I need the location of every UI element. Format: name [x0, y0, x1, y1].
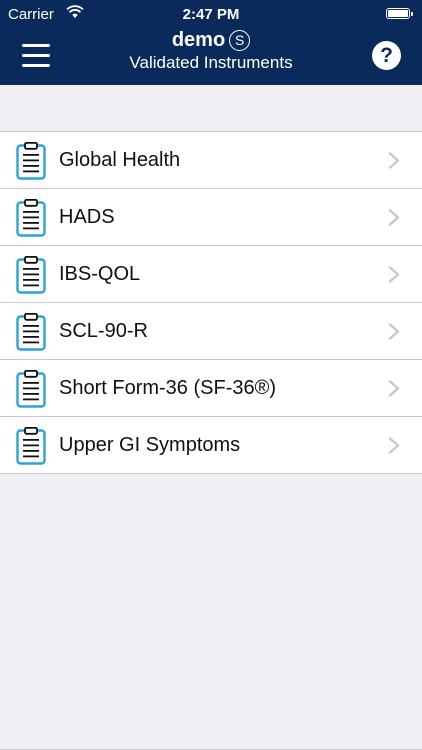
instrument-list: Global Health HADS IBS-QOL SCL-90-R Short Fo…	[0, 131, 422, 474]
list-item-label: SCL-90-R	[59, 320, 148, 342]
page-title: demo S Validated Instruments	[0, 28, 422, 74]
chevron-right-icon	[388, 152, 400, 169]
clipboard-icon	[16, 427, 46, 465]
chevron-right-icon	[388, 266, 400, 283]
navigation-bar: Carrier 2:47 PM demo S Validated Instrume…	[0, 0, 422, 85]
list-item[interactable]: Short Form-36 (SF-36®)	[0, 359, 422, 416]
list-item[interactable]: IBS-QOL	[0, 245, 422, 302]
chevron-right-icon	[388, 209, 400, 226]
status-bar: Carrier 2:47 PM	[0, 0, 422, 28]
list-item[interactable]: Global Health	[0, 132, 422, 188]
clipboard-icon	[16, 199, 46, 237]
help-button[interactable]: ?	[372, 41, 401, 70]
chevron-right-icon	[388, 323, 400, 340]
app-name: demo	[171, 29, 226, 51]
page-subtitle: Validated Instruments	[129, 53, 293, 72]
clipboard-icon	[16, 313, 46, 351]
list-item[interactable]: HADS	[0, 188, 422, 245]
list-item[interactable]: SCL-90-R	[0, 302, 422, 359]
list-item-label: HADS	[59, 206, 115, 228]
status-time: 2:47 PM	[182, 6, 240, 23]
clipboard-icon	[16, 370, 46, 408]
list-item-label: Global Health	[59, 149, 181, 171]
list-item[interactable]: Upper GI Symptoms	[0, 416, 422, 473]
s-badge-icon: S	[229, 30, 251, 51]
clipboard-icon	[16, 142, 46, 180]
clipboard-icon	[16, 256, 46, 294]
list-item-label: Upper GI Symptoms	[59, 434, 241, 456]
list-item-label: Short Form-36 (SF-36®)	[59, 377, 277, 399]
chevron-right-icon	[388, 437, 400, 454]
battery-icon	[386, 8, 413, 19]
list-item-label: IBS-QOL	[59, 263, 141, 285]
question-circle-icon: ?	[380, 44, 393, 67]
chevron-right-icon	[388, 380, 400, 397]
